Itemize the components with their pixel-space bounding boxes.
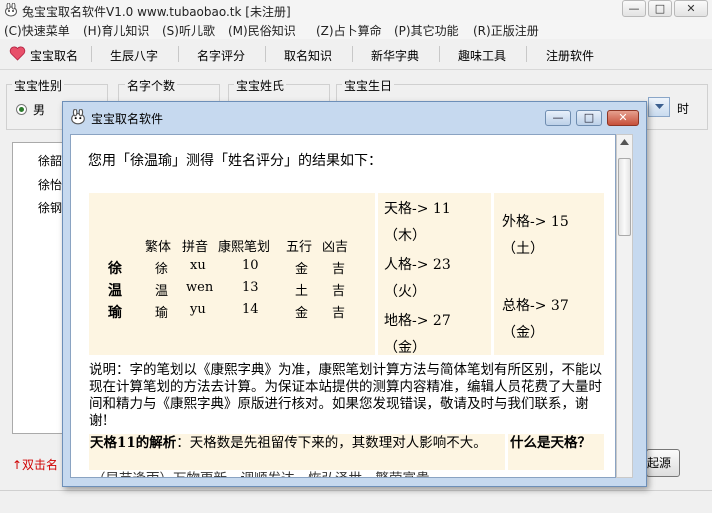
chevron-down-icon [655,104,664,109]
status-bar [0,490,712,513]
rabbit-app-icon [71,109,85,125]
gender-label: 宝宝性别 [12,77,65,94]
header-trad: 繁体 [145,240,172,255]
strokes-cell: 10 [242,258,259,273]
char-cell: 瑜 [108,305,122,321]
menu-parenting[interactable]: (H)育儿知识 [83,22,149,39]
element-cell: 金 [295,262,309,277]
toolbar-separator [352,46,353,62]
minimize-button[interactable]: — [622,0,646,17]
toolbar-separator [526,46,527,62]
toolbar-dictionary[interactable]: 新华字典 [371,47,419,64]
person-grid-element: （火） [384,284,426,300]
pinyin-cell: yu [190,302,206,317]
hour-suffix-label: 时 [677,102,690,116]
toolbar-name-baby[interactable]: 宝宝取名 [30,47,78,64]
analysis-body: ：天格数是先祖留传下来的，其数理对人影响不大。 [176,435,487,451]
toolbar-separator [265,46,266,62]
outer-grid-label: 外格-> 15 [502,214,569,230]
heart-icon [9,46,26,61]
luck-cell: 吉 [332,262,346,277]
total-grid-label: 总格-> 37 [502,298,569,314]
toolbar-name-score[interactable]: 名字评分 [197,47,245,64]
menu-folk[interactable]: (M)民俗知识 [228,22,296,39]
outer-grid-element: （土） [502,241,544,257]
dialog-title: 宝宝取名软件 [91,112,164,126]
header-strokes: 康熙笔划 [218,240,271,255]
element-cell: 土 [295,284,309,299]
toolbar-separator [91,46,92,62]
gender-male-label: 男 [33,103,46,117]
dialog-minimize-button[interactable]: — [545,110,571,126]
element-cell: 金 [295,306,309,321]
dialog-close-button[interactable]: ✕ [607,110,639,126]
gender-male-radio[interactable] [16,104,27,115]
window-title: 兔宝宝取名软件V1.0 www.tubaobao.tk [未注册] [22,5,291,19]
menu-quick[interactable]: (C)快速菜单 [4,22,70,39]
toolbar-birth-chart[interactable]: 生辰八字 [110,47,158,64]
double-click-hint: ↑双击名 [12,458,59,472]
toolbar-register[interactable]: 注册软件 [546,47,594,64]
name-count-label: 名字个数 [125,77,178,94]
menu-songs[interactable]: (S)听儿歌 [162,22,215,39]
toolbar-fun-tools[interactable]: 趣味工具 [458,47,506,64]
char-cell: 徐 [108,261,122,277]
menu-other[interactable]: (P)其它功能 [394,22,459,39]
dialog-maximize-button[interactable]: □ [576,110,602,126]
stroke-note: 说明：字的笔划以《康熙字典》为准，康熙笔划计算方法与简体笔划有所区别，不能以现在… [89,362,602,429]
toolbar-separator [439,46,440,62]
char-cell: 温 [108,283,122,299]
earth-grid-element: （金） [384,340,426,356]
analysis-continued-text: （早苗逢雨）万物更新，调顺发达，恢弘泽世，繁荣富贵 [92,471,602,477]
maximize-button[interactable]: □ [648,0,672,17]
trad-cell: 瑜 [155,306,169,321]
toolbar-separator [178,46,179,62]
list-item[interactable]: 徐钢 [38,199,62,216]
header-luck: 凶吉 [322,240,349,255]
what-is-heaven-grid-link[interactable]: 什么是天格？ [510,435,600,469]
pinyin-cell: wen [186,280,214,295]
hour-dropdown-button[interactable] [648,97,670,117]
toolbar-name-knowledge[interactable]: 取名知识 [284,47,332,64]
analysis-title: 天格11的解析 [90,435,177,451]
toolbar [0,39,712,70]
result-intro: 您用「徐温瑜」测得「姓名评分」的结果如下： [88,153,382,169]
luck-cell: 吉 [332,306,346,321]
pinyin-cell: xu [190,258,206,273]
trad-cell: 徐 [155,262,169,277]
earth-grid-label: 地格-> 27 [384,313,451,329]
list-item[interactable]: 徐韶 [38,152,62,169]
analysis-text: 天格11的解析：天格数是先祖留传下来的，其数理对人影响不大。 [90,435,502,469]
total-grid-element: （金） [502,325,544,341]
strokes-cell: 14 [242,302,259,317]
luck-cell: 吉 [332,284,346,299]
origin-button[interactable]: 起源 [646,449,680,477]
heaven-grid-label: 天格-> 11 [384,201,451,217]
birthday-label: 宝宝生日 [342,77,395,94]
strokes-cell: 13 [242,280,259,295]
trad-cell: 温 [155,284,169,299]
menu-register[interactable]: (R)正版注册 [473,22,539,39]
person-grid-label: 人格-> 23 [384,257,451,273]
menu-divination[interactable]: (Z)占卜算命 [316,22,382,39]
header-element: 五行 [286,240,313,255]
list-item[interactable]: 徐怡 [38,176,62,193]
heaven-grid-element: （木） [384,228,426,244]
scrollbar-thumb[interactable] [618,158,631,236]
header-pinyin: 拼音 [182,240,209,255]
surname-label: 宝宝姓氏 [234,77,287,94]
close-button[interactable]: ✕ [674,0,708,17]
scroll-up-arrow-icon[interactable] [620,139,629,145]
rabbit-app-icon [5,3,17,17]
